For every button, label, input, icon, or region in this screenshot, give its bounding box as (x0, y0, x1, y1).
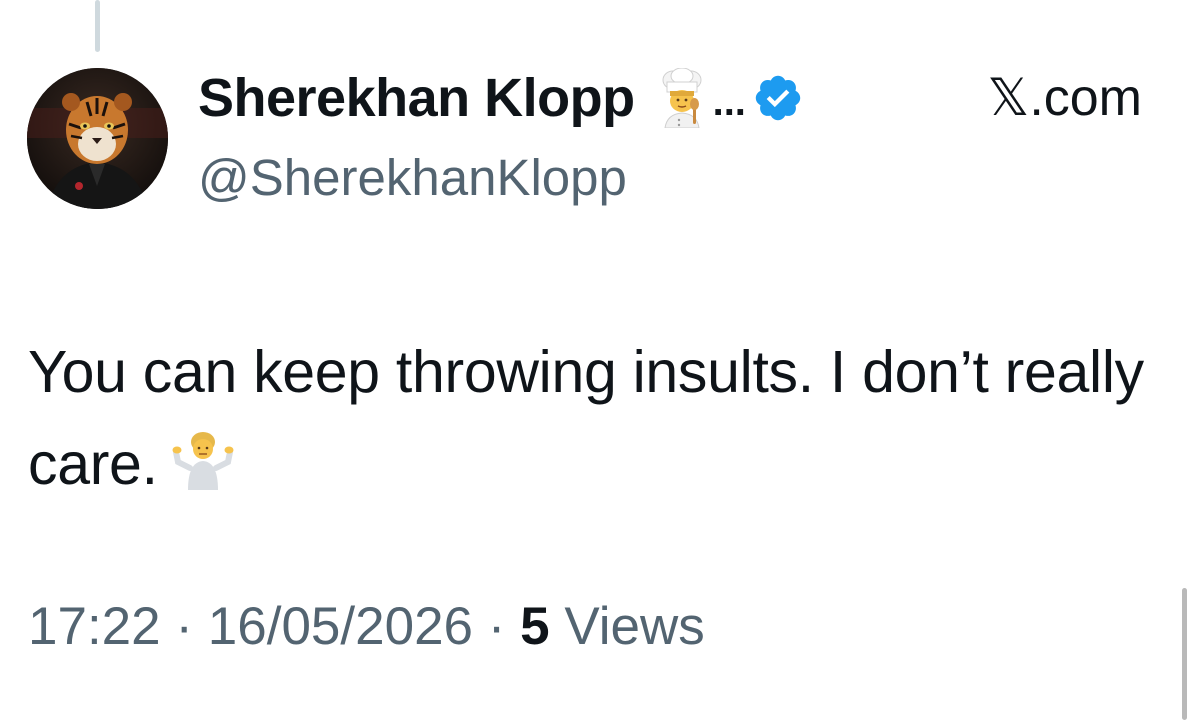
meta-separator: · (487, 597, 506, 656)
author-display-name[interactable]: Sherekhan Klopp (198, 67, 635, 129)
views-label[interactable]: Views (564, 597, 704, 656)
avatar[interactable] (27, 68, 168, 209)
views-count[interactable]: 5 (520, 597, 549, 656)
author-name-row[interactable]: Sherekhan Klopp ... (198, 66, 804, 130)
person-shrugging-emoji-icon (172, 432, 234, 490)
thread-connector-line (95, 0, 100, 52)
tweet-metadata: 17:22 · 16/05/2026 · 5 Views (28, 596, 705, 657)
author-handle[interactable]: @SherekhanKlopp (198, 148, 627, 207)
tweet-text: You can keep throwing insults. I don’t r… (28, 326, 1183, 510)
tweet-date[interactable]: 16/05/2026 (208, 597, 473, 656)
meta-separator: · (175, 597, 194, 656)
source-label: 𝕏.com (987, 69, 1142, 127)
tweet-time[interactable]: 17:22 (28, 597, 161, 656)
chef-emoji-icon (662, 68, 702, 128)
tiger-avatar-icon (27, 68, 168, 209)
name-truncation-ellipsis: ... (712, 79, 746, 124)
verified-badge-icon[interactable] (752, 72, 804, 124)
scrollbar[interactable] (1182, 588, 1187, 720)
